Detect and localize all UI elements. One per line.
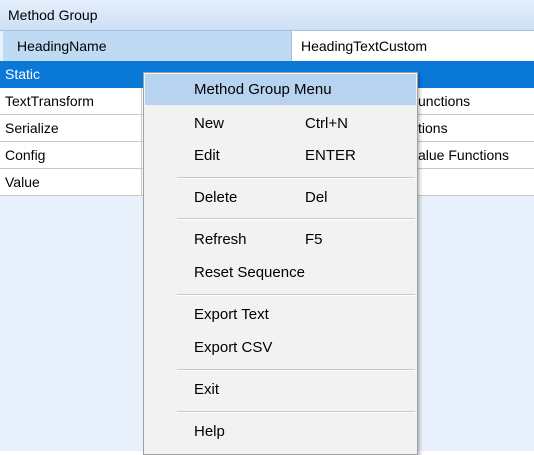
- menu-item-reset-sequence[interactable]: Reset Sequence: [144, 258, 417, 288]
- menu-item-edit[interactable]: Edit ENTER: [144, 141, 417, 171]
- menu-item-label: Refresh: [194, 231, 247, 248]
- menu-item-shortcut: Ctrl+N: [305, 115, 348, 132]
- window-title-bar: Method Group: [0, 0, 534, 31]
- menu-separator: [177, 411, 415, 413]
- menu-item-shortcut: Del: [305, 189, 328, 206]
- menu-item-exit[interactable]: Exit: [144, 375, 417, 405]
- cell-heading-name: TextTransform: [0, 88, 142, 115]
- menu-separator: [177, 294, 415, 296]
- column-header-heading-text-custom[interactable]: HeadingTextCustom: [292, 31, 534, 61]
- menu-item-label: Export Text: [194, 306, 269, 323]
- menu-item-label: Exit: [194, 381, 220, 398]
- menu-item-label: Reset Sequence: [194, 264, 305, 281]
- menu-item-refresh[interactable]: Refresh F5: [144, 225, 417, 255]
- menu-separator: [177, 177, 415, 179]
- menu-item-new[interactable]: New Ctrl+N: [144, 109, 417, 139]
- menu-separator: [177, 369, 415, 371]
- menu-item-shortcut: ENTER: [305, 147, 356, 164]
- cell-heading-name: Static: [5, 66, 41, 82]
- menu-separator: [177, 218, 415, 220]
- menu-item-label: Edit: [194, 147, 220, 164]
- menu-item-label: Help: [194, 423, 225, 440]
- menu-item-delete[interactable]: Delete Del: [144, 183, 417, 213]
- menu-item-shortcut: F5: [305, 231, 323, 248]
- cell-heading-name: Config: [0, 142, 142, 169]
- menu-item-help[interactable]: Help: [144, 417, 417, 447]
- grid-header-row: HeadingName HeadingTextCustom: [0, 31, 534, 61]
- window-title: Method Group: [8, 7, 98, 23]
- menu-item-label: Delete: [194, 189, 238, 206]
- context-menu: Method Group Menu New Ctrl+N Edit ENTER …: [143, 72, 418, 455]
- cell-heading-name: Value: [0, 169, 142, 196]
- menu-item-export-text[interactable]: Export Text: [144, 300, 417, 330]
- menu-item-label: Export CSV: [194, 339, 273, 356]
- menu-item-label: New: [194, 115, 225, 132]
- menu-item-export-csv[interactable]: Export CSV: [144, 333, 417, 363]
- cell-heading-name: Serialize: [0, 115, 142, 142]
- column-header-heading-name[interactable]: HeadingName: [0, 31, 292, 61]
- context-menu-title[interactable]: Method Group Menu: [145, 74, 416, 105]
